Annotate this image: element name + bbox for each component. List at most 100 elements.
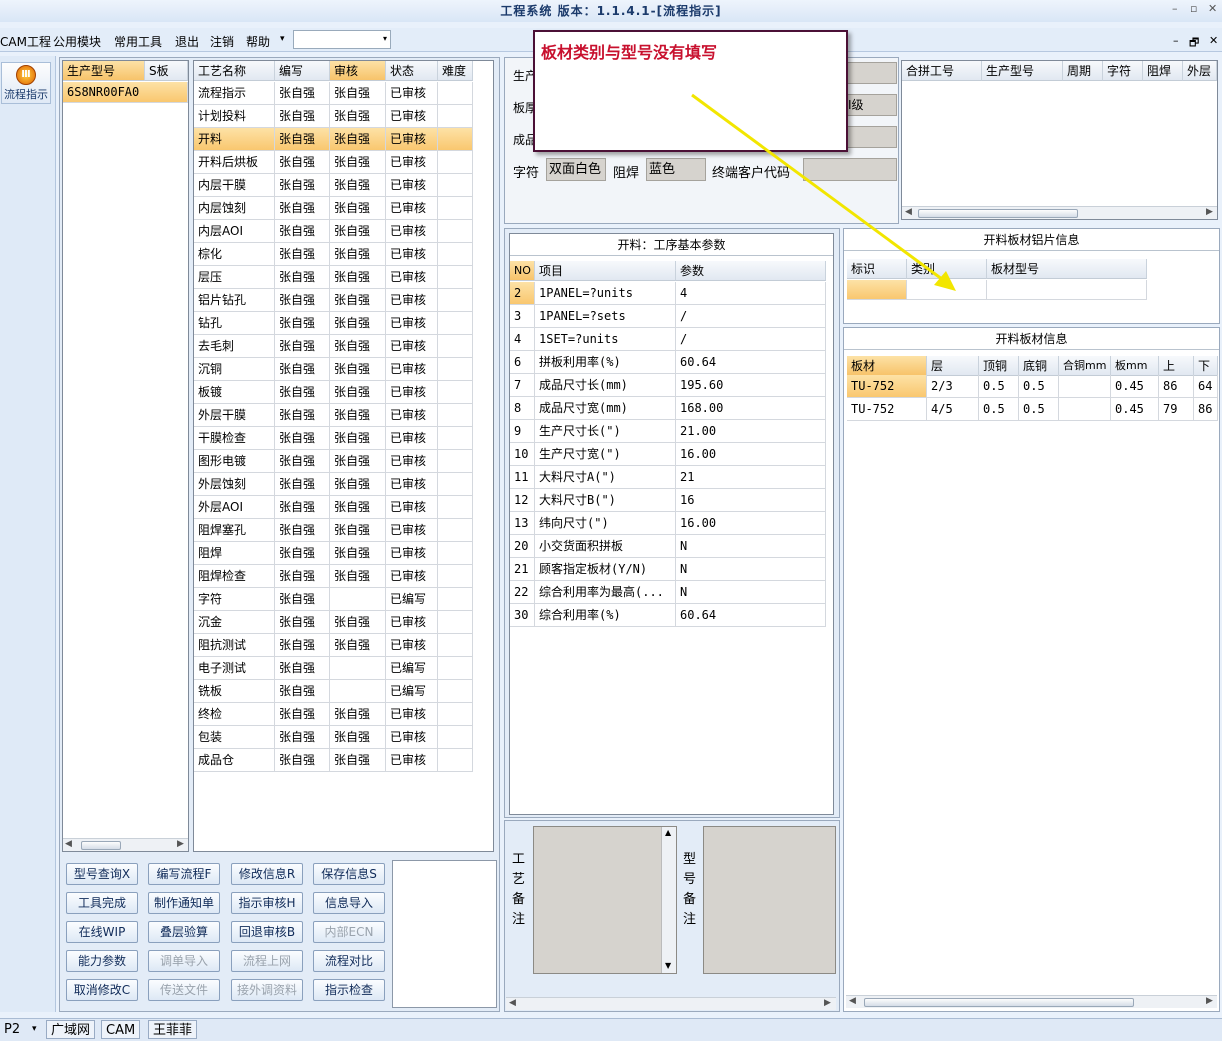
col-header-top-cu[interactable]: 顶铜 [979, 356, 1019, 376]
table-row[interactable]: 沉铜 张自强 张自强 已审核 [194, 358, 473, 381]
table-row[interactable]: 铝片钻孔 张自强 张自强 已审核 [194, 289, 473, 312]
material-hscroll[interactable]: ◀ ▶ [846, 995, 1217, 1008]
table-row[interactable]: 20 小交货面积拼板 N [510, 535, 826, 558]
col-header-model[interactable]: 生产型号 [63, 61, 145, 81]
col-header-char[interactable]: 字符 [1103, 61, 1143, 81]
col-header-process[interactable]: 工艺名称 [194, 61, 275, 81]
col-header-board[interactable]: 板材 [847, 356, 927, 376]
action-button[interactable]: 叠层验算 [148, 921, 220, 943]
table-row[interactable]: 阻焊检查 张自强 张自强 已审核 [194, 565, 473, 588]
char-value-field[interactable]: 双面白色 [546, 158, 606, 181]
col-header-s-board[interactable]: S板 [145, 61, 188, 81]
table-row[interactable]: 阻抗测试 张自强 张自强 已审核 [194, 634, 473, 657]
col-header-difficulty[interactable]: 难度 [438, 61, 473, 81]
table-row[interactable]: 流程指示 张自强 张自强 已审核 [194, 82, 473, 105]
table-row[interactable]: 9 生产尺寸长(") 21.00 [510, 420, 826, 443]
model-notes-textarea[interactable] [703, 826, 836, 974]
col-header-status[interactable]: 状态 [386, 61, 438, 81]
menu-cam[interactable]: CAM工程 [0, 33, 51, 50]
notes-vscroll[interactable]: ▲ ▼ [661, 827, 676, 973]
scroll-right-icon[interactable]: ▶ [824, 998, 831, 1008]
action-button[interactable]: 流程对比 [313, 950, 385, 972]
col-header-up[interactable]: 上 [1159, 356, 1194, 376]
action-button[interactable]: 调单导入 [148, 950, 220, 972]
action-button[interactable]: 能力参数 [66, 950, 138, 972]
scroll-down-icon[interactable]: ▼ [665, 961, 671, 970]
col-header-item[interactable]: 项目 [535, 261, 676, 281]
action-button[interactable]: 制作通知单 [148, 892, 220, 914]
table-row[interactable]: 开料后烘板 张自强 张自强 已审核 [194, 151, 473, 174]
col-header-combined-cu[interactable]: 合铜mm [1059, 356, 1111, 376]
table-row[interactable]: 内层蚀刻 张自强 张自强 已审核 [194, 197, 473, 220]
table-row[interactable]: 字符 张自强 已编写 [194, 588, 473, 611]
scroll-thumb[interactable] [81, 841, 121, 850]
close-icon[interactable]: ✕ [1208, 2, 1217, 15]
menu-help[interactable]: 帮助 [246, 33, 270, 50]
table-row[interactable]: 10 生产尺寸宽(") 16.00 [510, 443, 826, 466]
alu-board-model-cell[interactable] [987, 280, 1147, 300]
table-row[interactable]: 图形电镀 张自强 张自强 已审核 [194, 450, 473, 473]
col-header-reviewer[interactable]: 审核 [330, 61, 386, 81]
table-row[interactable]: 8 成品尺寸宽(mm) 168.00 [510, 397, 826, 420]
action-button[interactable]: 流程上网 [231, 950, 303, 972]
action-button[interactable]: 在线WIP [66, 921, 138, 943]
action-button[interactable]: 修改信息R [231, 863, 303, 885]
flow-indicator-button[interactable]: Ⅲ 流程指示 [1, 62, 51, 104]
action-button[interactable]: 指示审核H [231, 892, 303, 914]
col-header-mask[interactable]: 阻焊 [1143, 61, 1183, 81]
table-row[interactable]: 阻焊塞孔 张自强 张自强 已审核 [194, 519, 473, 542]
table-row[interactable]: 去毛刺 张自强 张自强 已审核 [194, 335, 473, 358]
table-row[interactable]: 内层AOI 张自强 张自强 已审核 [194, 220, 473, 243]
table-row[interactable]: 外层干膜 张自强 张自强 已审核 [194, 404, 473, 427]
col-header-no[interactable]: NO [510, 261, 535, 281]
action-button[interactable]: 编写流程F [148, 863, 220, 885]
table-row[interactable]: 成品仓 张自强 张自强 已审核 [194, 749, 473, 772]
table-row[interactable]: 层压 张自强 张自强 已审核 [194, 266, 473, 289]
maximize-icon[interactable]: ▫ [1190, 2, 1197, 15]
scroll-left-icon[interactable]: ◀ [65, 839, 72, 849]
col-header-writer[interactable]: 编写 [275, 61, 330, 81]
menu-exit[interactable]: 退出 [175, 33, 199, 50]
notes-hscroll[interactable]: ◀ ▶ [506, 997, 836, 1010]
col-header-down[interactable]: 下 [1194, 356, 1218, 376]
action-button[interactable]: 传送文件 [148, 979, 220, 1001]
table-row[interactable]: 13 纬向尺寸(") 16.00 [510, 512, 826, 535]
scroll-right-icon[interactable]: ▶ [1206, 207, 1213, 217]
menu-logout[interactable]: 注销 [210, 33, 234, 50]
mdi-minimize-icon[interactable]: – [1173, 34, 1179, 47]
scroll-right-icon[interactable]: ▶ [1206, 996, 1213, 1006]
col-header-combo-no[interactable]: 合拼工号 [902, 61, 982, 81]
table-row[interactable]: TU-752 2/3 0.5 0.5 0.45 86 64 [847, 375, 1218, 398]
table-row[interactable]: 30 综合利用率(%) 60.64 [510, 604, 826, 627]
table-row[interactable]: 外层AOI 张自强 张自强 已审核 [194, 496, 473, 519]
scroll-left-icon[interactable]: ◀ [509, 998, 516, 1008]
table-row[interactable]: 11 大料尺寸A(") 21 [510, 466, 826, 489]
col-header-combo-model[interactable]: 生产型号 [982, 61, 1063, 81]
col-header-bottom-cu[interactable]: 底铜 [1019, 356, 1059, 376]
scroll-thumb[interactable] [864, 998, 1134, 1007]
status-p2[interactable]: P2 ▾ [0, 1020, 43, 1039]
scroll-left-icon[interactable]: ◀ [849, 996, 856, 1006]
action-button[interactable]: 信息导入 [313, 892, 385, 914]
table-row[interactable]: 21 顾客指定板材(Y/N) N [510, 558, 826, 581]
info-field-1[interactable] [845, 62, 897, 84]
model-hscroll[interactable]: ◀ ▶ [63, 838, 188, 851]
table-row[interactable]: 钻孔 张自强 张自强 已审核 [194, 312, 473, 335]
table-row[interactable]: 开料 张自强 张自强 已审核 [194, 128, 473, 151]
mdi-close-icon[interactable]: ✕ [1209, 34, 1218, 47]
table-row[interactable]: 计划投料 张自强 张自强 已审核 [194, 105, 473, 128]
action-button[interactable]: 内部ECN [313, 921, 385, 943]
table-row[interactable]: 干膜检查 张自强 张自强 已审核 [194, 427, 473, 450]
col-header-layer[interactable]: 层 [927, 356, 979, 376]
table-row[interactable]: TU-752 4/5 0.5 0.5 0.45 79 86 [847, 398, 1218, 421]
table-row[interactable]: 4 1SET=?units / [510, 328, 826, 351]
action-button[interactable]: 型号查询X [66, 863, 138, 885]
menu-dropdown-icon[interactable]: ▾ [280, 34, 285, 44]
action-button[interactable]: 工具完成 [66, 892, 138, 914]
table-row[interactable]: 棕化 张自强 张自强 已审核 [194, 243, 473, 266]
action-button[interactable]: 保存信息S [313, 863, 385, 885]
table-row[interactable]: 铣板 张自强 已编写 [194, 680, 473, 703]
table-row[interactable]: 22 综合利用率为最高(... N [510, 581, 826, 604]
minimize-icon[interactable]: – [1172, 2, 1178, 15]
table-row[interactable]: 外层蚀刻 张自强 张自强 已审核 [194, 473, 473, 496]
